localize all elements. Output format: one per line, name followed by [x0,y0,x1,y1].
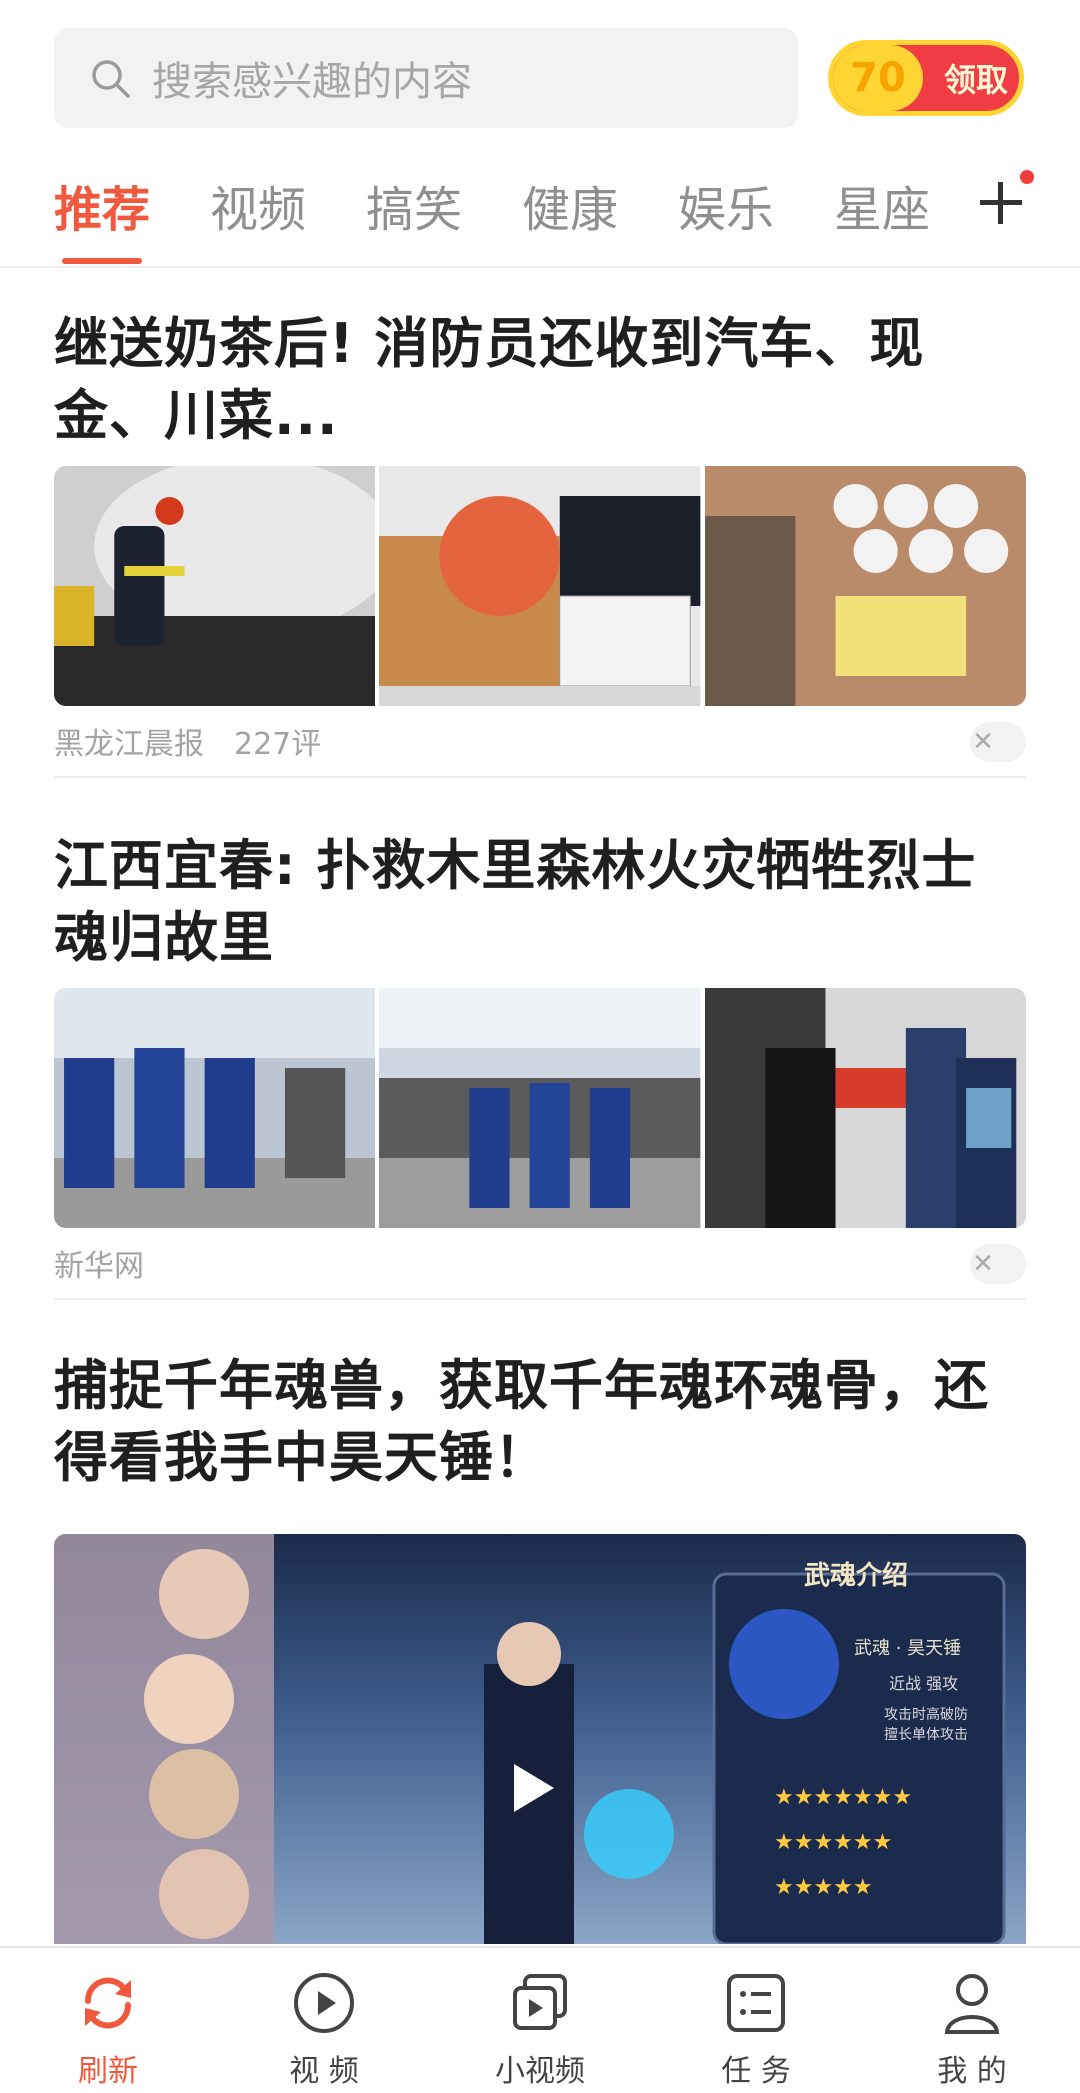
tab-recommend[interactable]: 推荐 [54,170,150,240]
video-thumbnail[interactable]: 武魂 · 昊天锤 近战 强攻 攻击时高破防 擅长单体攻击 武魂介绍 ★★★★★★… [54,1534,1026,1944]
svg-text:★★★★★★★: ★★★★★★★ [774,1785,912,1810]
news-title[interactable]: 江西宜春: 扑救木里森林火灾牺牲烈士魂归故里 [54,830,1026,974]
close-icon: ✕ [972,727,994,757]
panel-title: 武魂介绍 [804,1561,908,1591]
weapon-desc-2: 擅长单体攻击 [884,1726,968,1743]
news-source: 黑龙江晨报 [54,727,204,762]
nav-video[interactable]: 视 频 [216,1948,432,2093]
nav-label: 任 务 [721,2054,791,2089]
dismiss-button[interactable]: ✕ [970,722,1026,762]
news-item[interactable]: 捕捉千年魂兽，获取千年魂环魂骨，还得看我手中昊天锤！ 武魂 · 昊天锤 近战 强… [54,1350,1026,1944]
news-thumbnail[interactable] [54,988,376,1228]
news-thumbnail[interactable] [704,466,1026,706]
weapon-name: 武魂 · 昊天锤 [854,1638,961,1659]
nav-profile[interactable]: 我 的 [864,1948,1080,2093]
task-list-icon [727,1974,785,2032]
search-box[interactable]: 搜索感兴趣的内容 [54,28,798,128]
news-thumbnail[interactable] [54,466,376,706]
nav-label: 视 频 [289,2054,359,2089]
news-item[interactable]: 继送奶茶后! 消防员还收到汽车、现金、川菜... 黑龙江晨报 227评 ✕ [54,308,1026,778]
coin-value: 70 [833,45,923,111]
refresh-icon [84,1977,132,2029]
add-channel-button[interactable] [976,170,1034,224]
tab-video[interactable]: 视频 [210,170,306,240]
coin-reward-button[interactable]: 70 领取 [828,40,1024,116]
nav-label: 刷新 [78,2054,138,2089]
play-circle-icon [294,1973,354,2033]
tab-horoscope[interactable]: 星座 [834,170,930,240]
nav-tasks[interactable]: 任 务 [648,1948,864,2093]
svg-text:★★★★★★: ★★★★★★ [774,1830,892,1855]
tab-health[interactable]: 健康 [522,170,618,240]
comment-count: 227评 [234,727,322,762]
bottom-nav: 刷新 视 频 小视频 任 务 我 的 [0,1946,1080,2093]
search-placeholder: 搜索感兴趣的内容 [152,59,472,105]
news-title[interactable]: 继送奶茶后! 消防员还收到汽车、现金、川菜... [54,308,1026,452]
close-icon: ✕ [972,1249,994,1279]
tab-funny[interactable]: 搞笑 [366,170,462,240]
news-thumbnail[interactable] [379,466,701,706]
nav-label: 小视频 [495,2054,585,2089]
active-tab-indicator [62,258,142,264]
news-title[interactable]: 捕捉千年魂兽，获取千年魂环魂骨，还得看我手中昊天锤！ [54,1350,1026,1494]
divider [54,776,1026,778]
news-thumbnail[interactable] [704,988,1026,1228]
weapon-attr: 近战 强攻 [889,1674,958,1693]
claim-label: 领取 [943,61,1008,99]
svg-text:★★★★★: ★★★★★ [774,1875,873,1900]
dismiss-button[interactable]: ✕ [970,1244,1026,1284]
nav-refresh[interactable]: 刷新 [0,1948,216,2093]
tab-entertainment[interactable]: 娱乐 [678,170,774,240]
channel-tabs: 推荐 视频 搞笑 健康 娱乐 星座 [0,150,1080,268]
nav-short-video[interactable]: 小视频 [432,1948,648,2093]
top-bar: 搜索感兴趣的内容 70 领取 [0,0,1080,140]
news-source: 新华网 [54,1249,144,1284]
news-thumbnail[interactable] [379,988,701,1228]
news-item[interactable]: 江西宜春: 扑救木里森林火灾牺牲烈士魂归故里 新华网 ✕ [54,830,1026,1300]
play-button[interactable] [514,1764,554,1812]
notification-dot [1020,170,1034,184]
search-icon [88,56,132,100]
user-icon [944,1974,1000,2034]
divider [54,1298,1026,1300]
stacked-play-icon [513,1974,567,2030]
nav-label: 我 的 [937,2054,1007,2089]
weapon-desc-1: 攻击时高破防 [884,1706,968,1723]
